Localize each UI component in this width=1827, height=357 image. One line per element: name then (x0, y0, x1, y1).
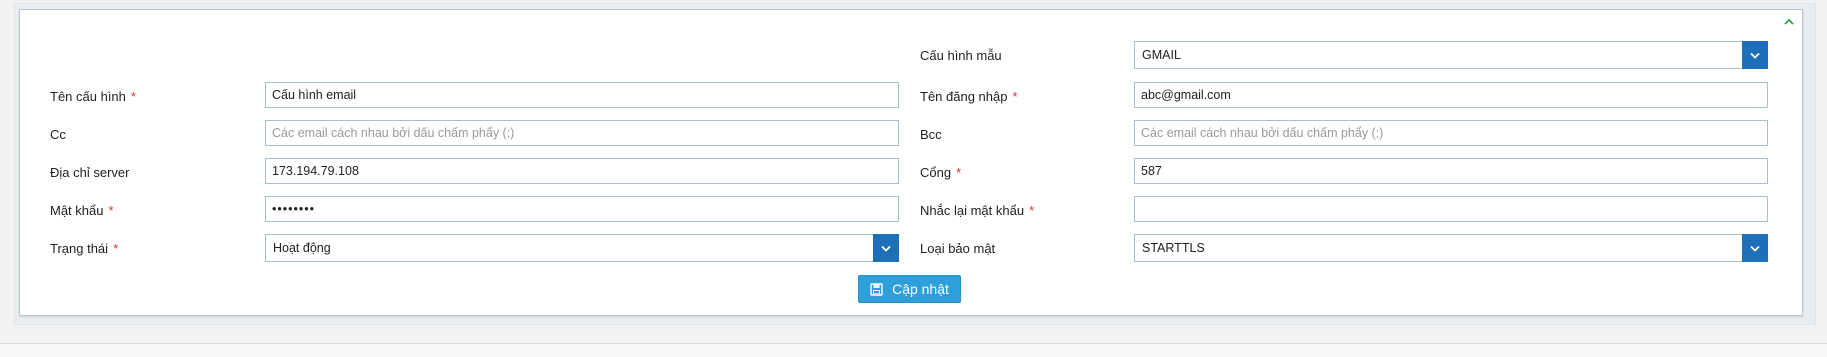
update-button-label: Cập nhật (892, 281, 949, 297)
confirm-password-input[interactable] (1134, 196, 1768, 222)
status-label: Trạng thái * (50, 241, 119, 256)
status-select[interactable]: Hoạt động (265, 234, 899, 262)
username-input[interactable] (1134, 82, 1768, 108)
config-name-input[interactable] (265, 82, 899, 108)
cc-label: Cc (50, 127, 66, 142)
confirm-password-label: Nhắc lại mật khẩu * (920, 203, 1035, 218)
template-label: Cấu hình mẫu (920, 48, 1002, 63)
required-mark: * (113, 241, 119, 256)
security-select[interactable]: STARTTLS (1134, 234, 1768, 262)
password-label: Mật khẩu * (50, 203, 114, 218)
chevron-down-icon[interactable] (1742, 41, 1768, 69)
chevron-down-icon[interactable] (1742, 234, 1768, 262)
required-mark: * (1029, 203, 1035, 218)
chevron-up-icon (1784, 18, 1794, 25)
status-select-value: Hoạt động (273, 241, 331, 255)
required-mark: * (130, 89, 136, 104)
cc-input[interactable] (265, 120, 899, 146)
port-input[interactable] (1134, 158, 1768, 184)
bcc-label: Bcc (920, 127, 942, 142)
template-select-value: GMAIL (1142, 48, 1181, 62)
server-label: Địa chỉ server (50, 165, 130, 180)
collapse-button[interactable] (1782, 14, 1796, 28)
password-input[interactable] (265, 196, 899, 222)
security-label: Loại bảo mật (920, 241, 996, 256)
required-mark: * (108, 203, 114, 218)
template-select[interactable]: GMAIL (1134, 41, 1768, 69)
bcc-input[interactable] (1134, 120, 1768, 146)
save-icon (870, 282, 883, 296)
server-input[interactable] (265, 158, 899, 184)
required-mark: * (956, 165, 962, 180)
footer-area (0, 344, 1827, 357)
chevron-down-icon[interactable] (873, 234, 899, 262)
update-button[interactable]: Cập nhật (858, 275, 961, 303)
required-mark: * (1012, 89, 1018, 104)
username-label: Tên đăng nhập * (920, 89, 1018, 104)
config-name-label: Tên cấu hình * (50, 89, 136, 104)
security-select-value: STARTTLS (1142, 241, 1205, 255)
port-label: Cổng * (920, 165, 962, 180)
